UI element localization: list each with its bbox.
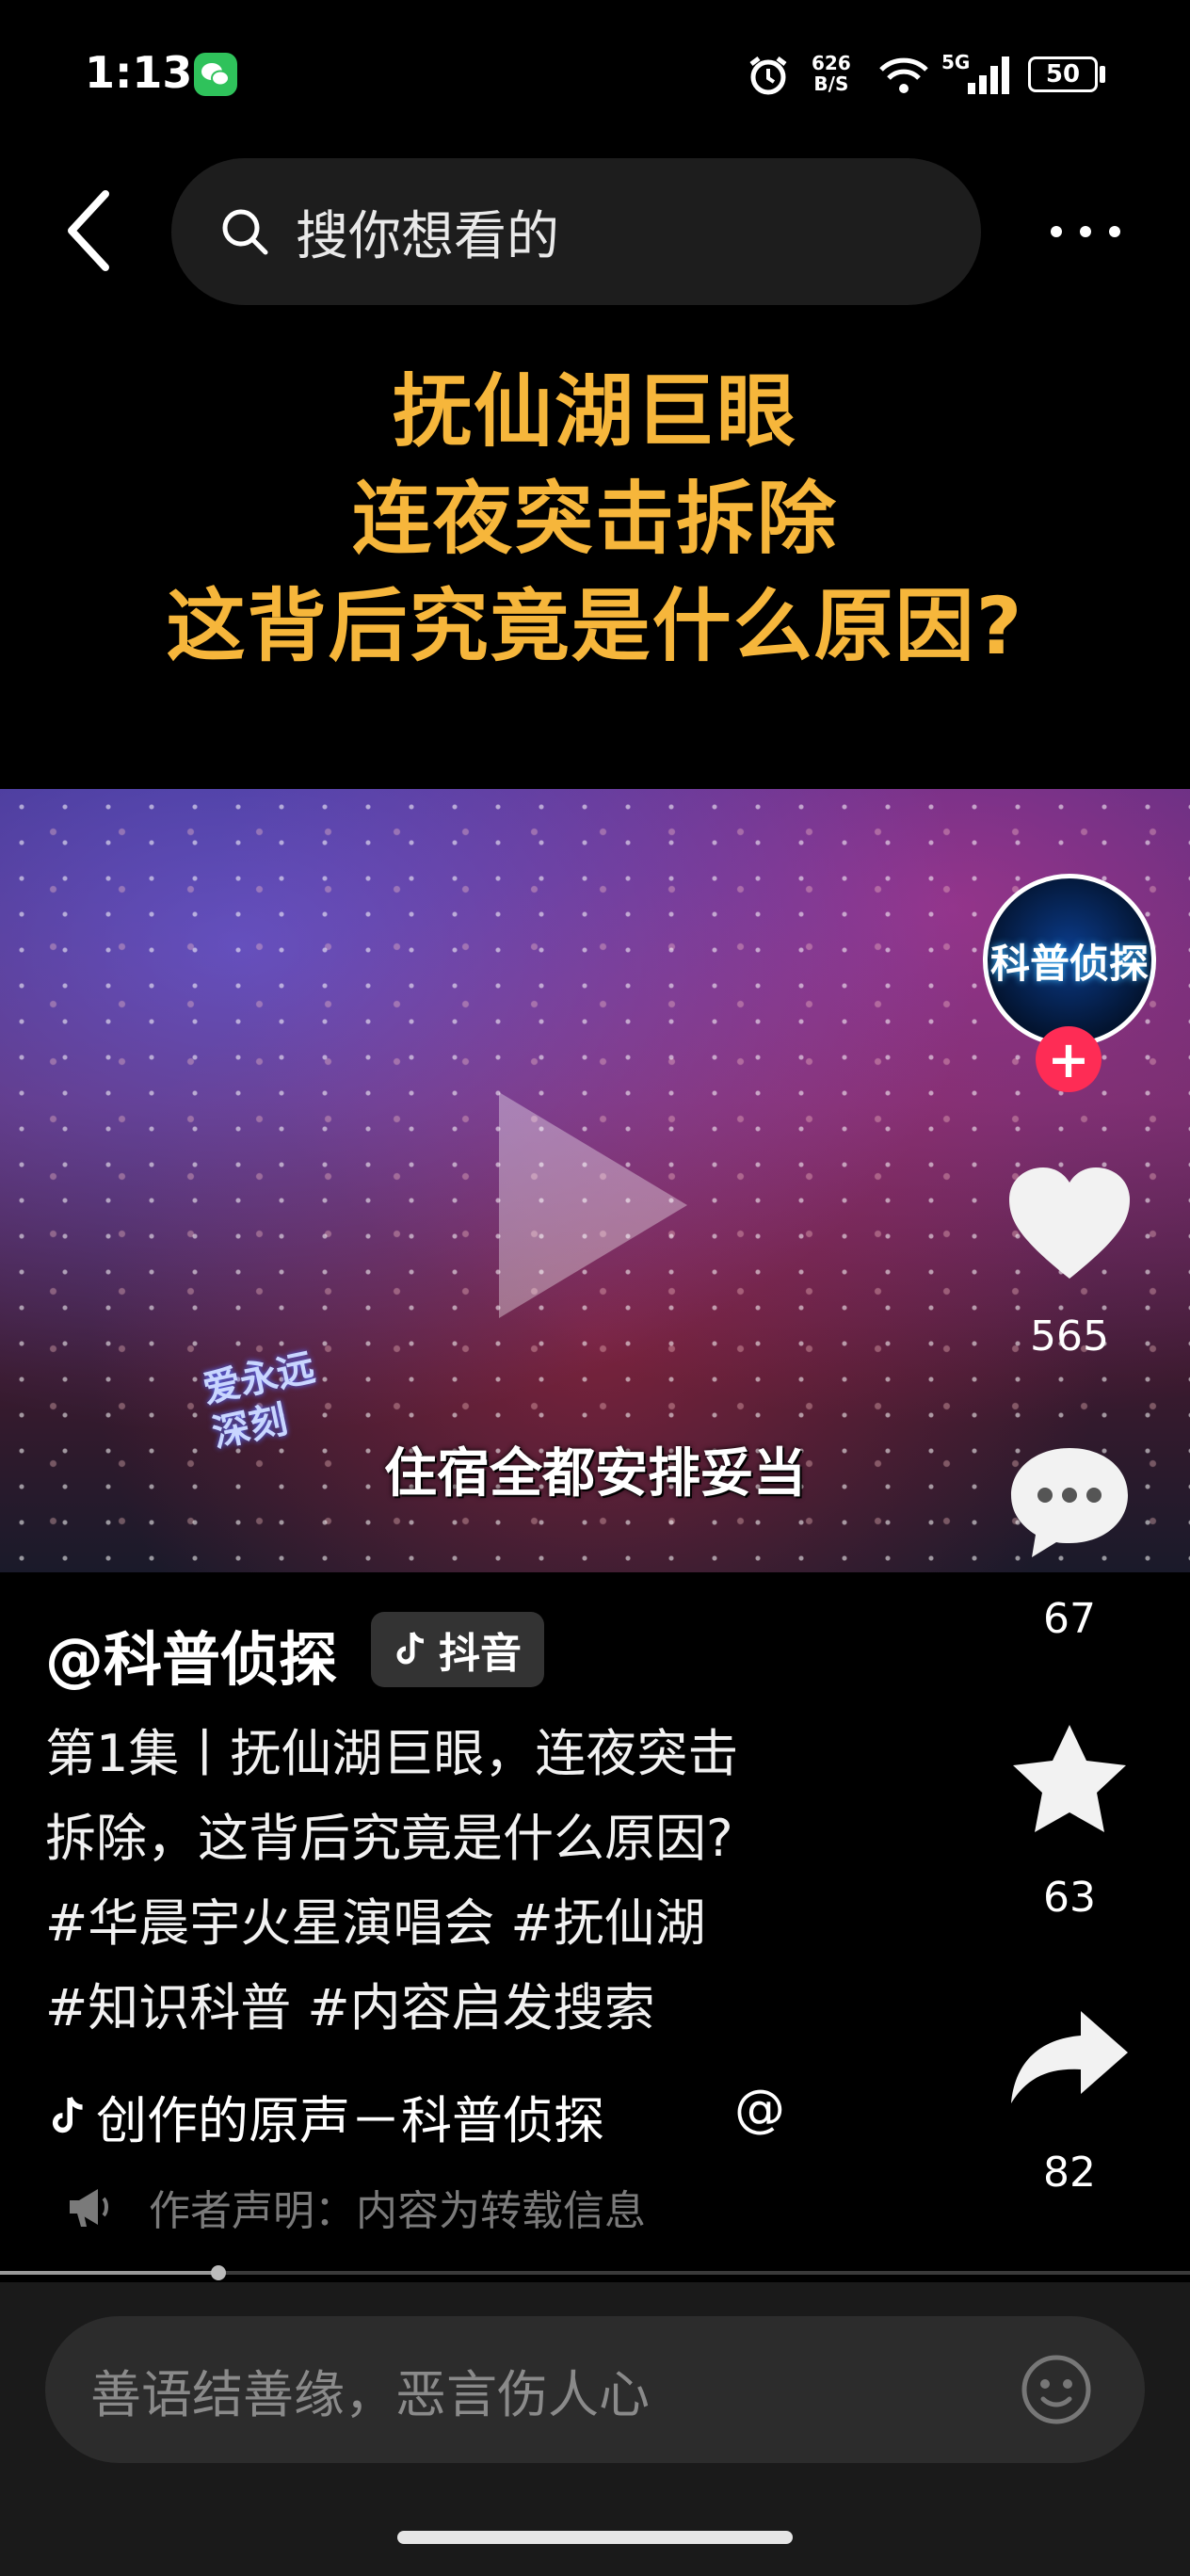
description-line: #华晨宇火星演唱会 #抚仙湖 bbox=[45, 1893, 706, 1953]
emoji-button[interactable] bbox=[1019, 2352, 1094, 2427]
emoji-icon bbox=[1021, 2355, 1091, 2424]
comment-input[interactable]: 善语结善缘，恶言伤人心 bbox=[45, 2316, 1145, 2463]
like-count: 565 bbox=[1030, 1312, 1109, 1360]
wifi-icon bbox=[879, 57, 928, 93]
title-line: 连夜突击拆除 bbox=[351, 473, 838, 565]
comment-count: 67 bbox=[1043, 1595, 1096, 1643]
author-name[interactable]: @科普侦探 bbox=[45, 1612, 337, 1697]
progress-handle[interactable] bbox=[211, 2265, 226, 2280]
title-line: 抚仙湖巨眼 bbox=[392, 365, 797, 458]
badge-label: 抖音 bbox=[439, 1630, 522, 1678]
music-title: 创作的原声－科普侦探 bbox=[96, 2091, 604, 2150]
music-info[interactable]: 创作的原声－科普侦探 bbox=[49, 2079, 604, 2153]
plus-icon: + bbox=[1047, 1029, 1090, 1089]
back-button[interactable] bbox=[62, 188, 119, 273]
wechat-icon bbox=[194, 53, 237, 96]
signal-icon bbox=[968, 56, 1009, 94]
comment-icon bbox=[1011, 1448, 1128, 1557]
share-button[interactable] bbox=[1004, 1998, 1135, 2120]
title-line: 这背后究竟是什么原因? bbox=[166, 580, 1024, 672]
more-button[interactable] bbox=[1043, 213, 1128, 250]
douyin-logo-icon bbox=[396, 1632, 425, 1665]
share-icon bbox=[1011, 2011, 1128, 2103]
more-dots-icon bbox=[1051, 226, 1120, 237]
battery-tip bbox=[1100, 66, 1105, 83]
status-time: 1:13 bbox=[85, 47, 193, 98]
video-title: 抚仙湖巨眼 连夜突击拆除 这背后究竟是什么原因? bbox=[0, 358, 1190, 680]
search-placeholder: 搜你想看的 bbox=[296, 205, 559, 267]
search-icon bbox=[222, 209, 268, 255]
follow-button[interactable]: + bbox=[1036, 1026, 1102, 1092]
search-bar[interactable]: 搜你想看的 bbox=[171, 158, 981, 305]
like-button[interactable] bbox=[1004, 1164, 1135, 1286]
battery-indicator: 50 bbox=[1028, 56, 1098, 92]
video-description[interactable]: 第1集丨抚仙湖巨眼，连夜突击 拆除，这背后究竟是什么原因? #华晨宇火星演唱会 … bbox=[45, 1712, 874, 2051]
share-count: 82 bbox=[1043, 2149, 1096, 2197]
home-indicator[interactable] bbox=[397, 2531, 793, 2544]
chevron-left-icon bbox=[68, 190, 109, 271]
favorite-button[interactable] bbox=[1004, 1719, 1135, 1842]
description-line: 拆除，这背后究竟是什么原因? bbox=[45, 1809, 733, 1868]
status-bar: 1:13 626 B/S 5G 50 bbox=[0, 0, 1190, 151]
description-line: 第1集丨抚仙湖巨眼，连夜突击 bbox=[45, 1724, 739, 1783]
description-line: #知识科普 #内容启发搜索 bbox=[45, 1978, 655, 2037]
heart-icon bbox=[1009, 1167, 1130, 1279]
music-at: @ bbox=[734, 2079, 785, 2138]
author-notice: 作者声明：内容为转载信息 bbox=[66, 2177, 646, 2237]
favorite-count: 63 bbox=[1043, 1874, 1096, 1922]
author-avatar[interactable]: 科普侦探 bbox=[983, 874, 1156, 1047]
comment-placeholder: 善语结善缘，恶言伤人心 bbox=[90, 2364, 650, 2424]
notice-text: 作者声明：内容为转载信息 bbox=[149, 2187, 646, 2235]
megaphone-icon bbox=[70, 2189, 108, 2227]
star-icon bbox=[1013, 1725, 1126, 1832]
douyin-badge[interactable]: 抖音 bbox=[371, 1612, 544, 1687]
progress-fill bbox=[0, 2271, 218, 2275]
comment-button[interactable] bbox=[1004, 1441, 1135, 1563]
music-note-icon bbox=[52, 2096, 83, 2133]
alarm-icon bbox=[749, 56, 787, 95]
net-speed: 626 B/S bbox=[812, 52, 851, 95]
play-icon[interactable] bbox=[499, 1092, 687, 1318]
